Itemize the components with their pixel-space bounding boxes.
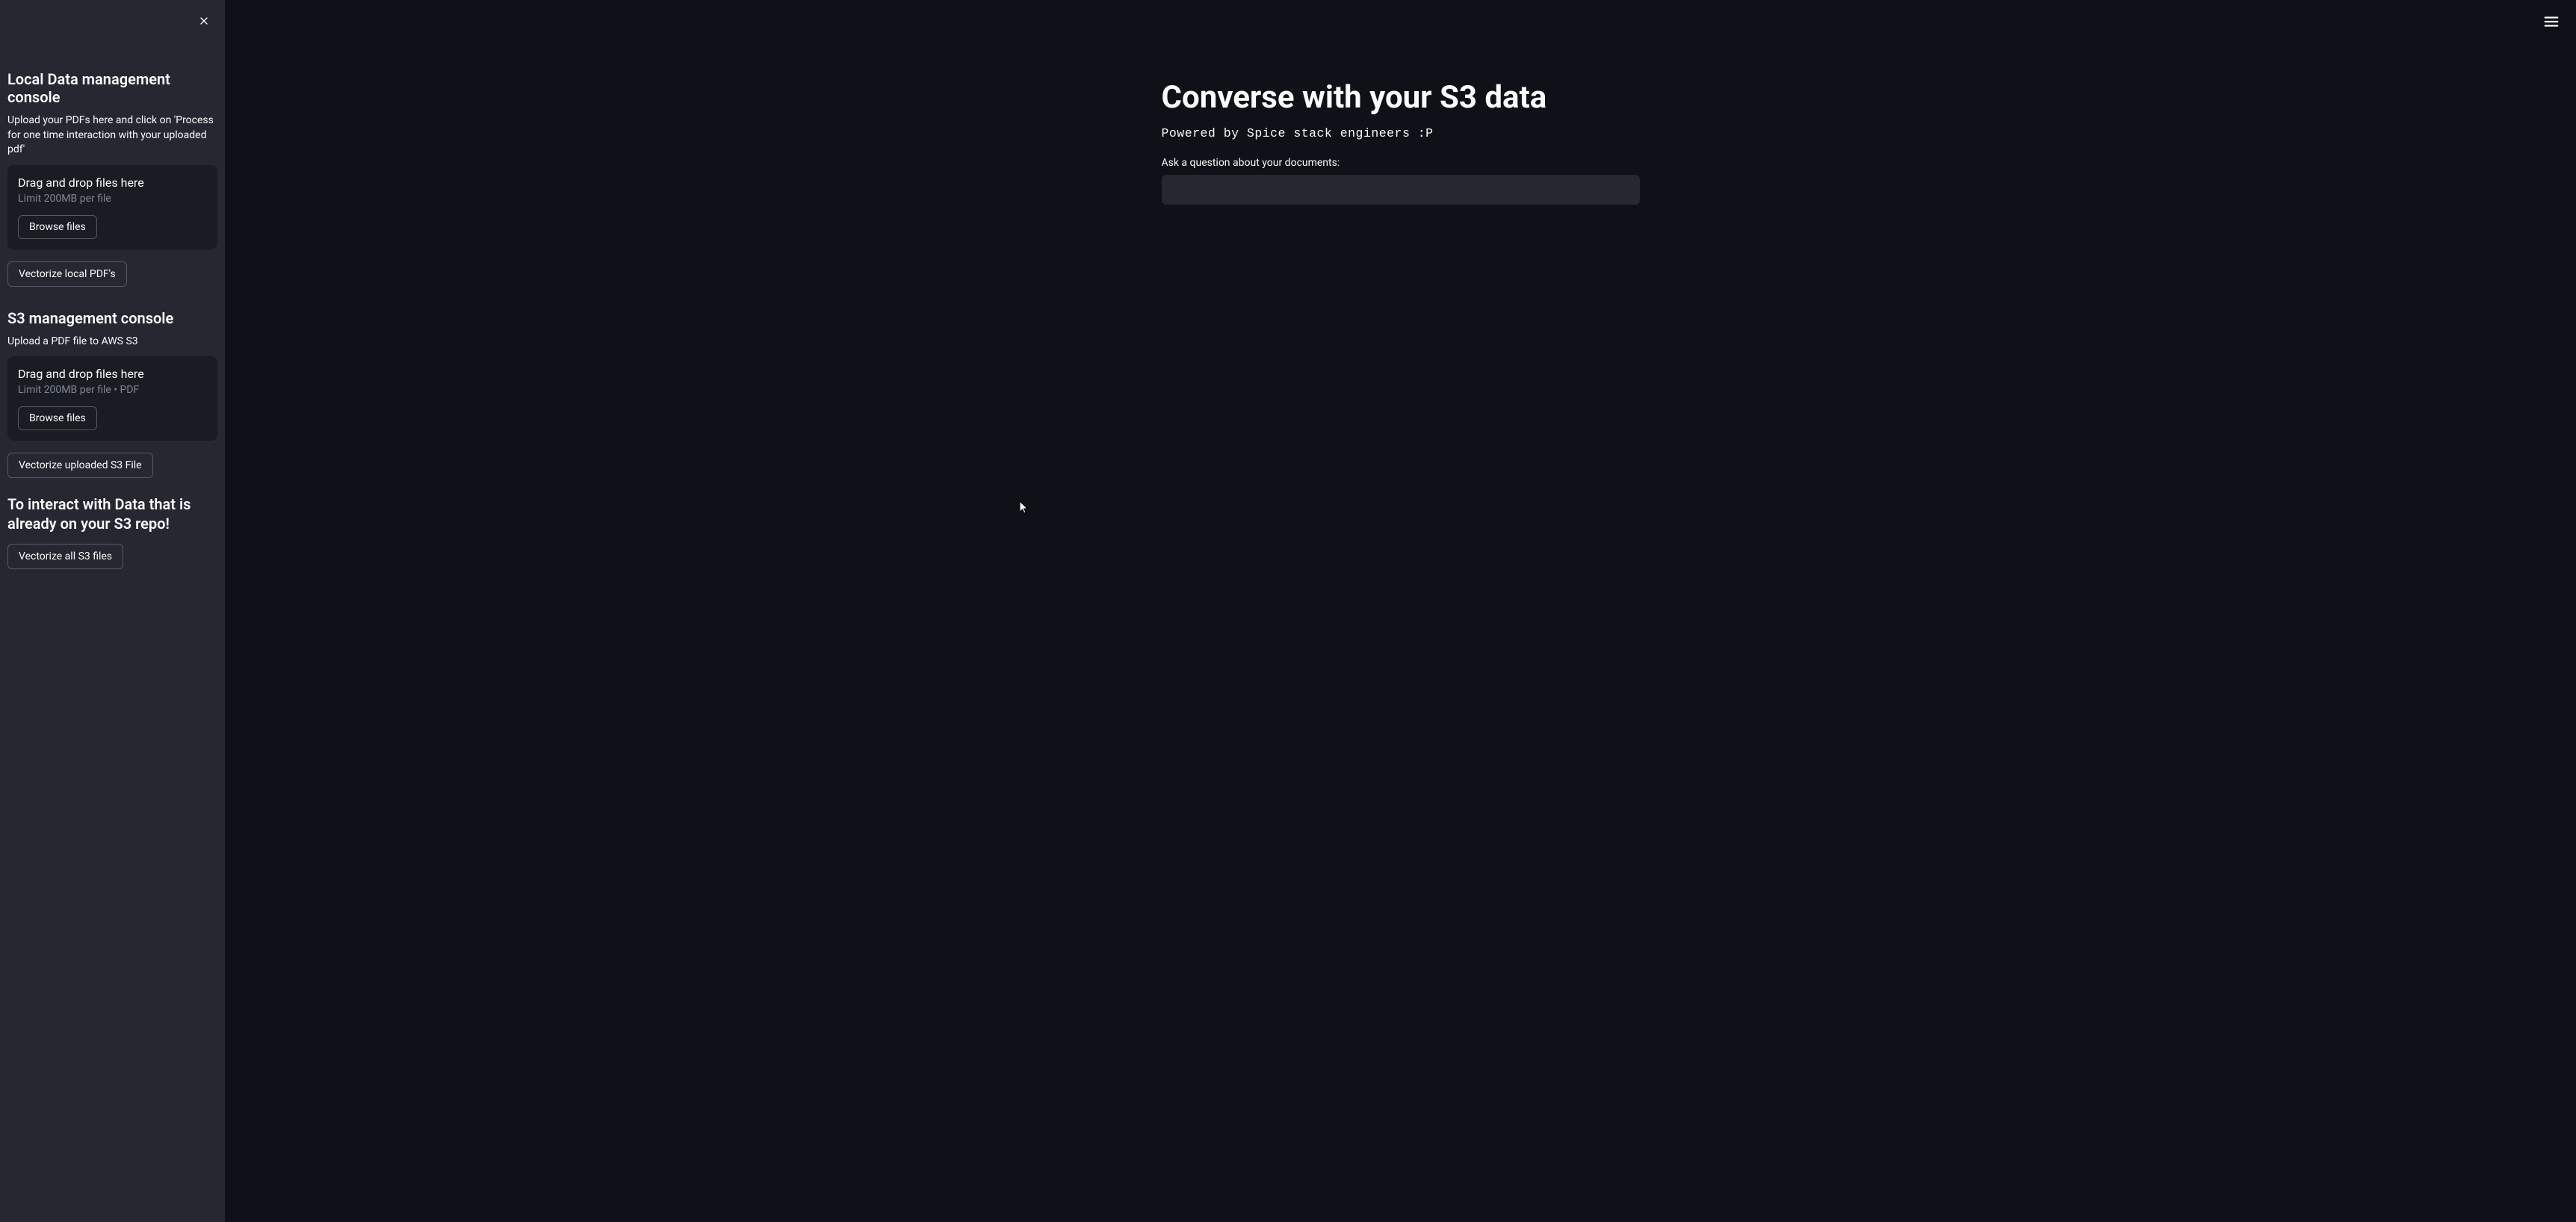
cursor-icon xyxy=(1020,501,1030,515)
s3-browse-files-button[interactable]: Browse files xyxy=(18,406,97,430)
main-content: Converse with your S3 data Powered by Sp… xyxy=(225,0,2576,1222)
question-input[interactable] xyxy=(1162,175,1640,205)
page-title: Converse with your S3 data xyxy=(1162,79,1640,116)
close-icon xyxy=(198,15,210,27)
hamburger-icon xyxy=(2543,13,2560,30)
s3-upload-dropzone[interactable]: Drag and drop files here Limit 200MB per… xyxy=(7,356,217,441)
vectorize-local-button[interactable]: Vectorize local PDF's xyxy=(7,261,127,287)
question-input-label: Ask a question about your documents: xyxy=(1162,157,1640,169)
s3-section: S3 management console Upload a PDF file … xyxy=(7,309,217,586)
sidebar-content: Local Data management console Upload you… xyxy=(0,0,225,593)
s3-section-description: Upload a PDF file to AWS S3 xyxy=(7,335,217,350)
vectorize-all-s3-button[interactable]: Vectorize all S3 files xyxy=(7,544,123,569)
local-upload-title: Drag and drop files here xyxy=(18,176,207,190)
local-upload-dropzone[interactable]: Drag and drop files here Limit 200MB per… xyxy=(7,165,217,249)
main-inner: Converse with your S3 data Powered by Sp… xyxy=(1162,0,1640,1222)
page-subtitle: Powered by Spice stack engineers :P xyxy=(1162,126,1640,140)
interact-section-header: To interact with Data that is already on… xyxy=(7,494,217,533)
vectorize-uploaded-s3-button[interactable]: Vectorize uploaded S3 File xyxy=(7,453,153,478)
s3-upload-title: Drag and drop files here xyxy=(18,367,207,381)
sidebar: Local Data management console Upload you… xyxy=(0,0,225,1222)
s3-section-header: S3 management console xyxy=(7,309,217,327)
local-section-description: Upload your PDFs here and click on 'Proc… xyxy=(7,114,217,158)
local-section-header: Local Data management console xyxy=(7,70,217,106)
local-browse-files-button[interactable]: Browse files xyxy=(18,215,97,239)
s3-upload-hint: Limit 200MB per file • PDF xyxy=(18,384,207,396)
close-sidebar-button[interactable] xyxy=(193,10,214,31)
local-upload-hint: Limit 200MB per file xyxy=(18,193,207,205)
hamburger-menu-button[interactable] xyxy=(2539,9,2564,34)
